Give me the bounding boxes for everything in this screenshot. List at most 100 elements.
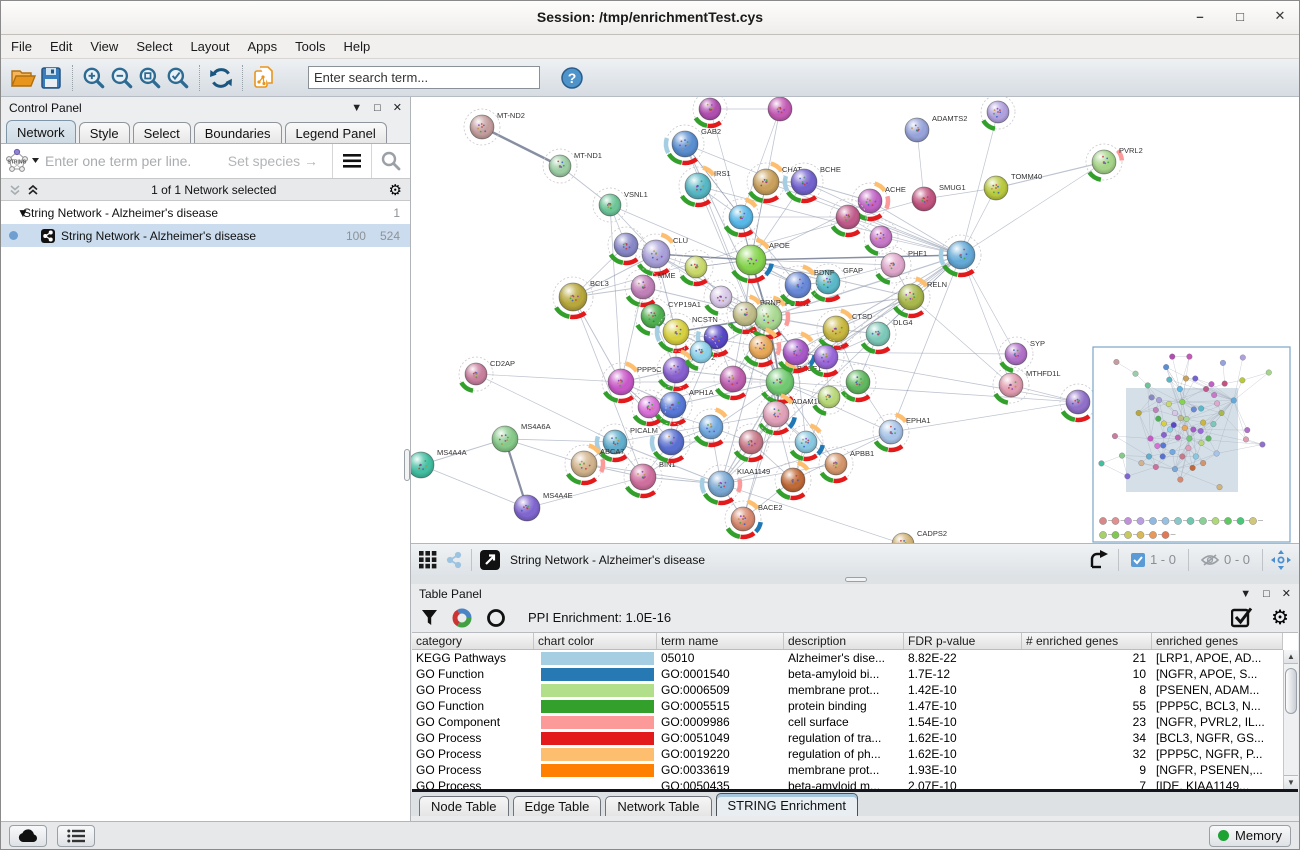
column-header-fdr-p-value[interactable]: FDR p-value <box>904 633 1022 649</box>
network-node-mt-nd1[interactable]: MT-ND1 <box>543 149 602 183</box>
menu-file[interactable]: File <box>11 39 32 54</box>
menu-apps[interactable]: Apps <box>248 39 278 54</box>
open-in-window-icon[interactable] <box>480 550 500 570</box>
panel-close-icon[interactable]: ✕ <box>393 101 402 114</box>
network-node-cadps2[interactable]: CADPS2 <box>892 529 947 543</box>
ring-chart-icon[interactable] <box>486 608 506 628</box>
network-node[interactable] <box>693 97 727 126</box>
tab-network-table[interactable]: Network Table <box>605 796 711 816</box>
network-node[interactable] <box>981 97 1015 129</box>
search-input[interactable] <box>308 66 540 89</box>
scroll-up-arrow[interactable]: ▲ <box>1284 650 1298 664</box>
zoom-fit-icon[interactable] <box>136 64 164 92</box>
save-session-icon[interactable] <box>37 64 65 92</box>
tab-edge-table[interactable]: Edge Table <box>513 796 602 816</box>
table-row[interactable]: GO ComponentGO:0009986cell surface1.54E-… <box>412 714 1283 730</box>
menu-view[interactable]: View <box>90 39 118 54</box>
menu-select[interactable]: Select <box>136 39 172 54</box>
tab-legend-panel[interactable]: Legend Panel <box>285 122 387 143</box>
filter-icon[interactable] <box>421 609 438 626</box>
network-node-ms4a4a[interactable]: MS4A4A <box>411 448 467 478</box>
column-header-category[interactable]: category <box>412 633 534 649</box>
network-node-ms4a4e[interactable]: MS4A4E <box>514 491 573 521</box>
network-node-adamts2[interactable]: ADAMTS2 <box>905 114 967 142</box>
network-node[interactable] <box>608 227 644 263</box>
network-canvas[interactable]: MT-ND2MT-ND1VSNL1GAB2IRS1CHATBCHEACHEADA… <box>411 97 1291 543</box>
network-node-epha1[interactable]: EPHA1 <box>873 414 931 450</box>
minimize-button[interactable]: – <box>1191 7 1209 25</box>
network-node-bace2[interactable]: BACE2 <box>725 501 783 537</box>
scroll-down-arrow[interactable]: ▼ <box>1284 775 1298 789</box>
string-logo-icon[interactable]: STRING <box>1 148 41 174</box>
collapse-all-icon[interactable] <box>9 184 21 196</box>
tree-expander-icon[interactable]: ▼ <box>1 206 19 220</box>
network-node-apbb1[interactable]: APBB1 <box>819 447 874 481</box>
memory-button[interactable]: Memory <box>1209 825 1291 847</box>
horizontal-splitter-handle[interactable] <box>845 577 867 582</box>
network-node-ache[interactable]: ACHE <box>852 183 906 219</box>
maximize-button[interactable]: □ <box>1231 7 1249 25</box>
network-node-mt-nd2[interactable]: MT-ND2 <box>464 109 525 145</box>
menu-edit[interactable]: Edit <box>50 39 72 54</box>
network-node[interactable] <box>775 462 811 498</box>
close-button[interactable]: ✕ <box>1271 7 1289 25</box>
network-node-dlg4[interactable]: DLG4 <box>860 316 913 352</box>
table-panel-float-icon[interactable]: □ <box>1263 588 1270 600</box>
network-node-gab2[interactable]: GAB2 <box>666 125 721 163</box>
network-tree-row[interactable]: String Network - Alzheimer's disease1005… <box>1 224 410 247</box>
string-query-input[interactable]: Enter one term per line. <box>41 153 228 169</box>
network-node-tomm40[interactable]: TOMM40 <box>984 172 1042 200</box>
network-node-irs1[interactable]: IRS1 <box>679 167 731 205</box>
panel-menu-icon[interactable]: ▼ <box>351 102 362 114</box>
column-header-term-name[interactable]: term name <box>657 633 784 649</box>
species-hint[interactable]: Set species → <box>228 153 318 169</box>
table-row[interactable]: GO ProcessGO:0006509membrane prot...1.42… <box>412 682 1283 698</box>
task-list-button[interactable] <box>57 825 95 847</box>
string-options-icon[interactable] <box>333 144 371 178</box>
network-node-abca7[interactable]: ABCA7 <box>565 445 625 483</box>
network-node-ms4a6a[interactable]: MS4A6A <box>492 422 551 452</box>
help-icon[interactable]: ? <box>558 64 586 92</box>
horizontal-splitter[interactable] <box>411 575 1299 584</box>
network-overview-inset[interactable] <box>1093 347 1290 542</box>
menu-help[interactable]: Help <box>344 39 371 54</box>
tab-boundaries[interactable]: Boundaries <box>194 122 282 143</box>
network-node[interactable] <box>684 335 718 369</box>
tab-node-table[interactable]: Node Table <box>419 796 509 816</box>
share-view-icon[interactable] <box>445 551 463 569</box>
table-row[interactable]: GO ProcessGO:0019220regulation of ph...1… <box>412 746 1283 762</box>
table-vertical-scrollbar[interactable]: ▲ ▼ <box>1283 650 1298 789</box>
clone-network-icon[interactable] <box>250 64 278 92</box>
column-header-description[interactable]: description <box>784 633 904 649</box>
tab-string-enrichment[interactable]: STRING Enrichment <box>716 793 858 816</box>
network-node-syp[interactable]: SYP <box>999 337 1045 371</box>
network-node[interactable] <box>768 97 792 121</box>
tab-network[interactable]: Network <box>6 120 76 143</box>
tab-style[interactable]: Style <box>79 122 130 143</box>
table-row[interactable]: GO FunctionGO:0001540beta-amyloid bi...1… <box>412 666 1283 682</box>
table-panel-close-icon[interactable]: ✕ <box>1282 587 1291 600</box>
network-node-kiaa1149[interactable]: KIAA1149 <box>702 465 770 503</box>
network-node[interactable] <box>941 235 981 275</box>
tab-select[interactable]: Select <box>133 122 191 143</box>
table-row[interactable]: KEGG Pathways05010Alzheimer's dise...8.8… <box>412 650 1283 666</box>
column-header-enriched-genes[interactable]: enriched genes <box>1152 633 1283 649</box>
zoom-selected-icon[interactable] <box>164 64 192 92</box>
network-node-vsnl1[interactable]: VSNL1 <box>593 188 648 222</box>
menu-layout[interactable]: Layout <box>190 39 229 54</box>
navigator-icon[interactable] <box>1271 550 1291 570</box>
column-header-chart-color[interactable]: chart color <box>534 633 657 649</box>
expand-all-icon[interactable] <box>27 184 39 196</box>
network-node[interactable] <box>693 409 729 445</box>
table-row[interactable]: GO ProcessGO:0033619membrane prot...1.93… <box>412 762 1283 778</box>
string-search-icon[interactable] <box>372 144 410 178</box>
table-row[interactable]: GO FunctionGO:0005515protein binding1.47… <box>412 698 1283 714</box>
network-gear-icon[interactable]: ⚙ <box>389 181 402 199</box>
cloud-button[interactable] <box>9 825 47 847</box>
network-node[interactable] <box>840 364 876 400</box>
network-node-cd2ap[interactable]: CD2AP <box>459 357 515 391</box>
grid-view-icon[interactable] <box>419 551 437 569</box>
table-panel-menu-icon[interactable]: ▼ <box>1240 588 1251 600</box>
network-node-mthfd1l[interactable]: MTHFD1L <box>993 367 1061 403</box>
panel-float-icon[interactable]: □ <box>374 102 381 114</box>
